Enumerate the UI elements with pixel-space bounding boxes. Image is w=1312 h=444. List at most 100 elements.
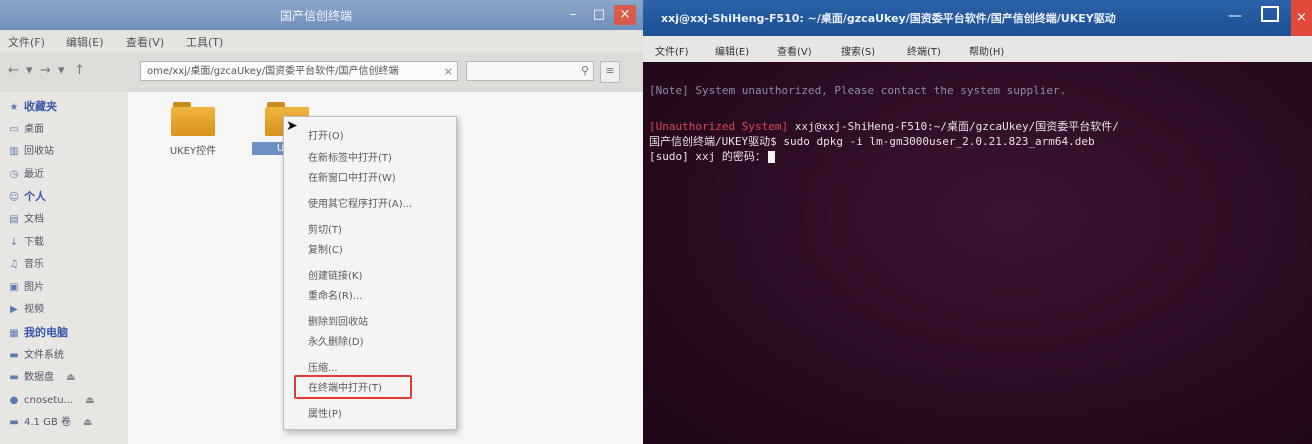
sidebar-item[interactable]: ↓ 下载 — [8, 232, 44, 254]
computer-icon: ▦ — [9, 328, 19, 339]
document-icon: ▤ — [9, 214, 19, 225]
terminal-output[interactable]: [Note] System unauthorized, Please conta… — [643, 62, 1312, 444]
command-line: 国产信创终端/UKEY驱动$ sudo dpkg -i lm-gm3000use… — [649, 135, 1095, 148]
sidebar-item[interactable]: ▬ 文件系统 — [8, 345, 64, 367]
minimize-button[interactable]: — — [1228, 8, 1242, 24]
folder-item-ukey-control[interactable]: UKEY控件 — [158, 102, 228, 157]
eject-icon[interactable]: ⏏ — [66, 372, 75, 383]
desktop-icon: ▭ — [9, 123, 19, 135]
file-manager-menubar: 文件(F) 编辑(E) 查看(V) 工具(T) — [0, 30, 643, 52]
context-menu-item[interactable]: 复制(C) — [308, 241, 343, 256]
system-note-line: [Note] System unauthorized, Please conta… — [649, 84, 1067, 97]
sidebar-item[interactable]: ▬ 4.1 GB 卷 ⏏ — [8, 412, 92, 434]
sidebar-item-label: 数据盘 — [24, 372, 54, 384]
menu-edit[interactable]: 编辑(E) — [715, 43, 749, 58]
eject-icon[interactable]: ⏏ — [83, 417, 92, 428]
search-input[interactable]: ⚲ — [466, 61, 594, 81]
view-mode-icon[interactable]: ≡ — [600, 61, 620, 83]
maximize-button[interactable]: □ — [588, 5, 610, 25]
clock-icon: ◷ — [9, 168, 19, 180]
sidebar-item[interactable]: ▣ 图片 — [8, 277, 44, 299]
sidebar-item[interactable]: ▭ 桌面 — [8, 119, 44, 141]
menu-view[interactable]: 查看(V) — [126, 34, 164, 50]
back-dropdown-icon[interactable]: ▾ — [26, 63, 33, 78]
terminal-menubar: 文件(F) 编辑(E) 查看(V) 搜索(S) 终端(T) 帮助(H) — [643, 36, 1312, 62]
minimize-button[interactable]: – — [562, 5, 584, 25]
location-input[interactable]: ome/xxj/桌面/gzcaUkey/国资委平台软件/国产信创终端 × — [140, 61, 458, 81]
file-manager-title: 国产信创终端 — [280, 9, 353, 23]
sidebar-item-label: 回收站 — [24, 146, 54, 158]
context-menu-item[interactable]: 重命名(R)... — [308, 287, 362, 302]
places-sidebar: ★ 收藏夹 ▭ 桌面 ▥ 回收站 ◷ 最近 ☺ 个人 ▤ 文档 ↓ 下载 ♫ 音乐 ▣ 图片 ▶ 视频 ▦ 我的电脑 ▬ 文件… — [0, 92, 128, 444]
disc-icon: ● — [9, 394, 19, 406]
menu-edit[interactable]: 编辑(E) — [66, 34, 104, 50]
sidebar-item[interactable]: ● cnosetu... ⏏ — [8, 390, 95, 412]
context-menu-item[interactable]: 在新窗口中打开(W) — [308, 169, 396, 184]
drive-icon: ▬ — [9, 372, 19, 384]
close-button[interactable]: × — [1291, 0, 1312, 36]
file-manager-titlebar[interactable]: 国产信创终端 – □ × — [0, 0, 643, 30]
download-icon: ↓ — [9, 236, 19, 248]
image-icon: ▣ — [9, 281, 19, 293]
drive-icon: ▬ — [9, 417, 19, 429]
sidebar-item-label: 收藏夹 — [24, 100, 57, 113]
sidebar-item[interactable]: ▬ 数据盘 ⏏ — [8, 367, 75, 389]
sidebar-item[interactable]: ▦ 我的电脑 — [8, 322, 68, 344]
terminal-title: xxj@xxj-ShiHeng-F510: ~/桌面/gzcaUkey/国资委平… — [661, 12, 1116, 25]
unauthorized-tag: [Unauthorized System] — [649, 120, 789, 133]
terminal-window: xxj@xxj-ShiHeng-F510: ~/桌面/gzcaUkey/国资委平… — [643, 0, 1312, 444]
sidebar-item[interactable]: ▤ 文档 — [8, 209, 44, 231]
context-menu-item[interactable]: 删除到回收站 — [308, 313, 368, 328]
sudo-password-line[interactable]: [sudo] xxj 的密码： — [649, 148, 775, 164]
back-arrow-icon[interactable]: ← — [8, 63, 19, 78]
eject-icon[interactable]: ⏏ — [85, 395, 94, 406]
text-cursor — [767, 151, 775, 163]
menu-view[interactable]: 查看(V) — [777, 43, 812, 58]
sidebar-item[interactable]: ▥ 回收站 — [8, 141, 54, 163]
menu-file[interactable]: 文件(F) — [8, 34, 45, 50]
menu-terminal[interactable]: 终端(T) — [907, 43, 941, 58]
menu-search[interactable]: 搜索(S) — [841, 43, 875, 58]
context-menu-item[interactable]: 属性(P) — [308, 405, 342, 420]
sidebar-item-label: cnosetu... — [24, 394, 74, 406]
sidebar-item[interactable]: ◷ 最近 — [8, 164, 44, 186]
sidebar-item[interactable]: ▶ 视频 — [8, 299, 44, 321]
context-menu-item[interactable]: 剪切(T) — [308, 221, 342, 236]
terminal-titlebar[interactable]: xxj@xxj-ShiHeng-F510: ~/桌面/gzcaUkey/国资委平… — [643, 0, 1312, 36]
mouse-pointer-icon: ➤ — [286, 118, 298, 134]
search-icon[interactable]: ⚲ — [581, 64, 589, 77]
context-menu-item[interactable]: 压缩... — [308, 359, 338, 374]
trash-icon: ▥ — [9, 146, 19, 158]
sidebar-item-label: 我的电脑 — [24, 326, 68, 339]
forward-dropdown-icon[interactable]: ▾ — [58, 63, 65, 78]
sidebar-item[interactable]: ☺ 个人 — [8, 186, 46, 208]
video-icon: ▶ — [10, 304, 18, 316]
sidebar-item-label: 最近 — [24, 168, 44, 180]
menu-help[interactable]: 帮助(H) — [969, 43, 1004, 58]
person-icon: ☺ — [8, 192, 20, 204]
context-menu-item[interactable]: 使用其它程序打开(A)... — [308, 195, 412, 210]
folder-label: UKEY控件 — [169, 146, 217, 157]
context-menu-item[interactable]: 打开(O) — [308, 127, 344, 142]
sidebar-item-label: 桌面 — [24, 123, 44, 135]
menu-file[interactable]: 文件(F) — [655, 43, 689, 58]
forward-arrow-icon[interactable]: → — [40, 63, 51, 78]
up-arrow-icon[interactable]: ↑ — [74, 63, 85, 78]
sidebar-item-label: 下载 — [24, 236, 44, 248]
context-menu: 打开(O) 在新标签中打开(T) 在新窗口中打开(W) 使用其它程序打开(A)... 剪… — [283, 116, 457, 430]
close-button[interactable]: × — [614, 5, 636, 25]
music-icon: ♫ — [9, 259, 19, 271]
prompt-line: [Unauthorized System] xxj@xxj-ShiHeng-F5… — [649, 118, 1119, 134]
context-menu-item[interactable]: 在新标签中打开(T) — [308, 149, 392, 164]
star-icon: ★ — [9, 102, 19, 113]
context-menu-item[interactable]: 创建链接(K) — [308, 267, 362, 282]
clear-location-icon[interactable]: × — [444, 62, 453, 80]
context-menu-item[interactable]: 永久删除(D) — [308, 333, 364, 348]
sidebar-item[interactable]: ♫ 音乐 — [8, 254, 44, 276]
sidebar-item-label: 个人 — [24, 190, 46, 204]
sidebar-item[interactable]: ★ 收藏夹 — [8, 96, 57, 118]
sidebar-item-label: 音乐 — [24, 259, 44, 271]
drive-icon: ▬ — [9, 349, 19, 361]
maximize-button[interactable] — [1261, 6, 1279, 22]
menu-tools[interactable]: 工具(T) — [186, 34, 223, 50]
